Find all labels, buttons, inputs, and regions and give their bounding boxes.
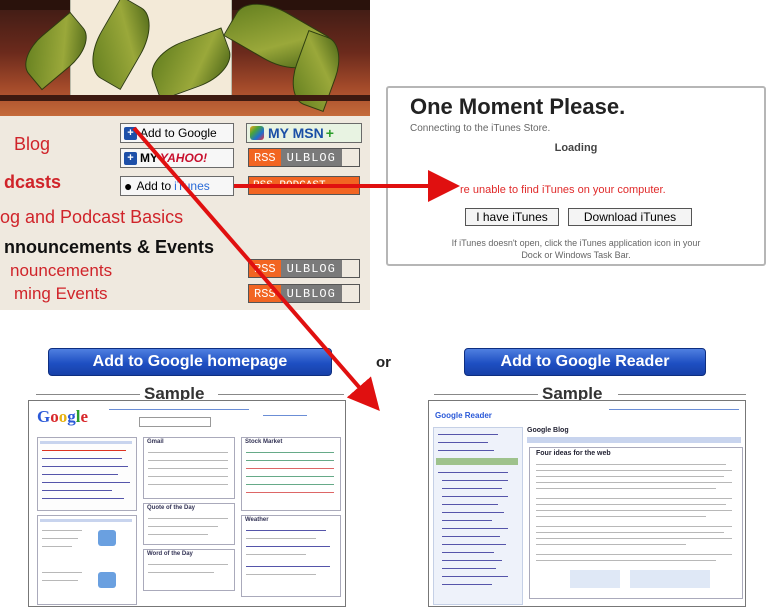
arrow-to-reader-sample xyxy=(132,126,380,412)
red-arrows xyxy=(132,126,460,412)
